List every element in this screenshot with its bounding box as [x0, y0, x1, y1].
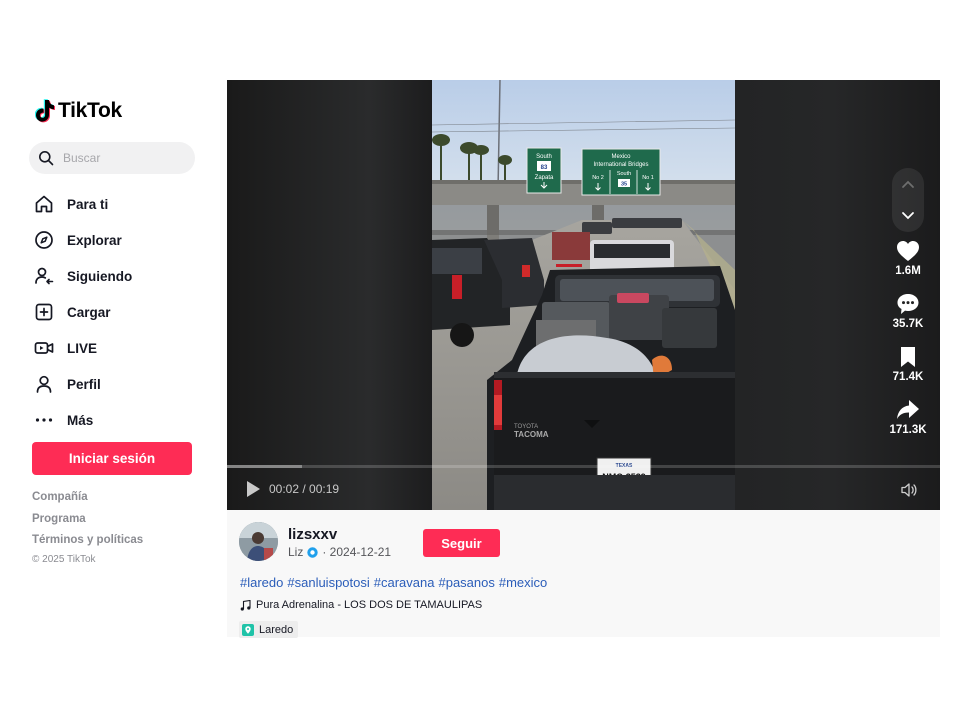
sign-exit-mid: South	[617, 171, 631, 177]
chevron-up-icon[interactable]	[901, 179, 915, 189]
display-name: Liz	[288, 545, 304, 559]
copyright: © 2025 TikTok	[32, 553, 96, 565]
following-icon	[34, 266, 54, 286]
sign-exit-left: No 2	[592, 175, 604, 181]
volume-button[interactable]	[900, 481, 918, 504]
video-progress-fill	[227, 465, 302, 468]
sign-left-line3: Zapata	[535, 175, 554, 181]
video-scene: South 83 Zapata Mexico International Bri…	[432, 80, 735, 510]
location-tag[interactable]: Laredo	[239, 621, 299, 638]
search-input[interactable]	[63, 151, 183, 165]
save-count: 71.4K	[892, 371, 924, 383]
more-icon	[34, 410, 54, 430]
nav-label: Más	[67, 412, 94, 428]
upload-icon	[34, 302, 54, 322]
post-info: lizsxxv Liz · 2024-12-21 Seguir #laredo …	[227, 510, 940, 638]
verified-icon	[307, 546, 319, 558]
video-navigation	[892, 168, 924, 232]
nav-label: Cargar	[67, 304, 111, 320]
tiktok-wordmark: TikTok	[58, 99, 122, 122]
footer-link-program[interactable]: Programa	[32, 511, 143, 533]
nav-label: LIVE	[67, 340, 98, 356]
hashtag-link[interactable]: #mexico	[499, 575, 547, 590]
share-count: 171.3K	[889, 424, 927, 436]
author-subline: Liz · 2024-12-21	[288, 545, 391, 559]
sign-left-route: 83	[541, 165, 548, 171]
sign-left-line1: South	[536, 154, 552, 160]
nav-item-siguiendo[interactable]: Siguiendo	[34, 258, 132, 294]
video-progress-bar[interactable]	[227, 465, 940, 468]
tiktok-logo[interactable]: TikTok	[35, 99, 122, 123]
sign-exit-mid-route: 35	[621, 182, 627, 188]
home-icon	[34, 194, 54, 214]
hashtag-link[interactable]: #sanluispotosi	[287, 575, 369, 590]
video-player[interactable]: South 83 Zapata Mexico International Bri…	[227, 80, 940, 510]
comment-button[interactable]: 35.7K	[892, 293, 924, 346]
like-button[interactable]: 1.6M	[895, 240, 921, 293]
nav-item-mas[interactable]: Más	[34, 402, 132, 438]
share-button[interactable]: 171.3K	[889, 399, 927, 452]
truck-model: TACOMA	[514, 430, 549, 439]
chevron-down-icon[interactable]	[901, 211, 915, 221]
hashtag-link[interactable]: #caravana	[374, 575, 435, 590]
username[interactable]: lizsxxv	[288, 526, 337, 543]
search-icon	[39, 151, 54, 166]
location-name: Laredo	[259, 623, 294, 636]
nav-item-perfil[interactable]: Perfil	[34, 366, 132, 402]
share-icon	[897, 400, 919, 419]
tiktok-logo-icon	[35, 99, 55, 123]
location-pin-icon	[242, 623, 254, 636]
compass-icon	[34, 230, 54, 250]
action-bar: 1.6M 35.7K 71.4K 171.3K	[882, 240, 934, 452]
nav-label: Explorar	[67, 232, 122, 248]
heart-icon	[896, 241, 919, 261]
main-nav: Para ti Explorar Siguiendo Cargar LIVE P…	[34, 186, 132, 438]
nav-label: Perfil	[67, 376, 101, 392]
login-button[interactable]: Iniciar sesión	[32, 442, 192, 475]
nav-item-explorar[interactable]: Explorar	[34, 222, 132, 258]
hashtag-list: #laredo #sanluispotosi #caravana #pasano…	[240, 575, 547, 590]
avatar[interactable]	[239, 522, 278, 561]
sign-right-line1: Mexico	[611, 154, 631, 160]
footer-links: Compañía Programa Términos y políticas ©…	[32, 489, 143, 565]
play-icon[interactable]	[245, 480, 261, 498]
video-time: 00:02 / 00:19	[269, 482, 340, 496]
nav-item-live[interactable]: LIVE	[34, 330, 132, 366]
live-icon	[34, 338, 54, 358]
nav-item-cargar[interactable]: Cargar	[34, 294, 132, 330]
music-link[interactable]: Pura Adrenalina - LOS DOS DE TAMAULIPAS	[240, 599, 482, 611]
volume-icon	[901, 483, 917, 497]
footer-link-terms[interactable]: Términos y políticas	[32, 532, 143, 554]
footer-link-company[interactable]: Compañía	[32, 489, 143, 511]
sign-right-line2: International Bridges	[593, 162, 648, 168]
comment-icon	[897, 294, 919, 314]
nav-item-para-ti[interactable]: Para ti	[34, 186, 132, 222]
comment-count: 35.7K	[892, 318, 924, 330]
save-button[interactable]: 71.4K	[892, 346, 924, 399]
hashtag-link[interactable]: #laredo	[240, 575, 283, 590]
sidebar: TikTok Para ti Explorar Siguiendo	[0, 80, 226, 640]
sign-exit-right: No 1	[642, 175, 654, 181]
like-count: 1.6M	[895, 265, 921, 277]
playback-controls: 00:02 / 00:19	[245, 480, 339, 498]
post-date: · 2024-12-21	[322, 545, 392, 559]
hashtag-link[interactable]: #pasanos	[438, 575, 494, 590]
nav-label: Para ti	[67, 196, 109, 212]
bookmark-icon	[901, 347, 915, 367]
search-bar[interactable]	[29, 142, 195, 174]
music-note-icon	[240, 599, 251, 611]
nav-label: Siguiendo	[67, 268, 133, 284]
video-frame[interactable]: South 83 Zapata Mexico International Bri…	[432, 80, 735, 510]
follow-button[interactable]: Seguir	[423, 529, 500, 557]
profile-icon	[34, 374, 54, 394]
music-title: Pura Adrenalina - LOS DOS DE TAMAULIPAS	[256, 599, 483, 611]
